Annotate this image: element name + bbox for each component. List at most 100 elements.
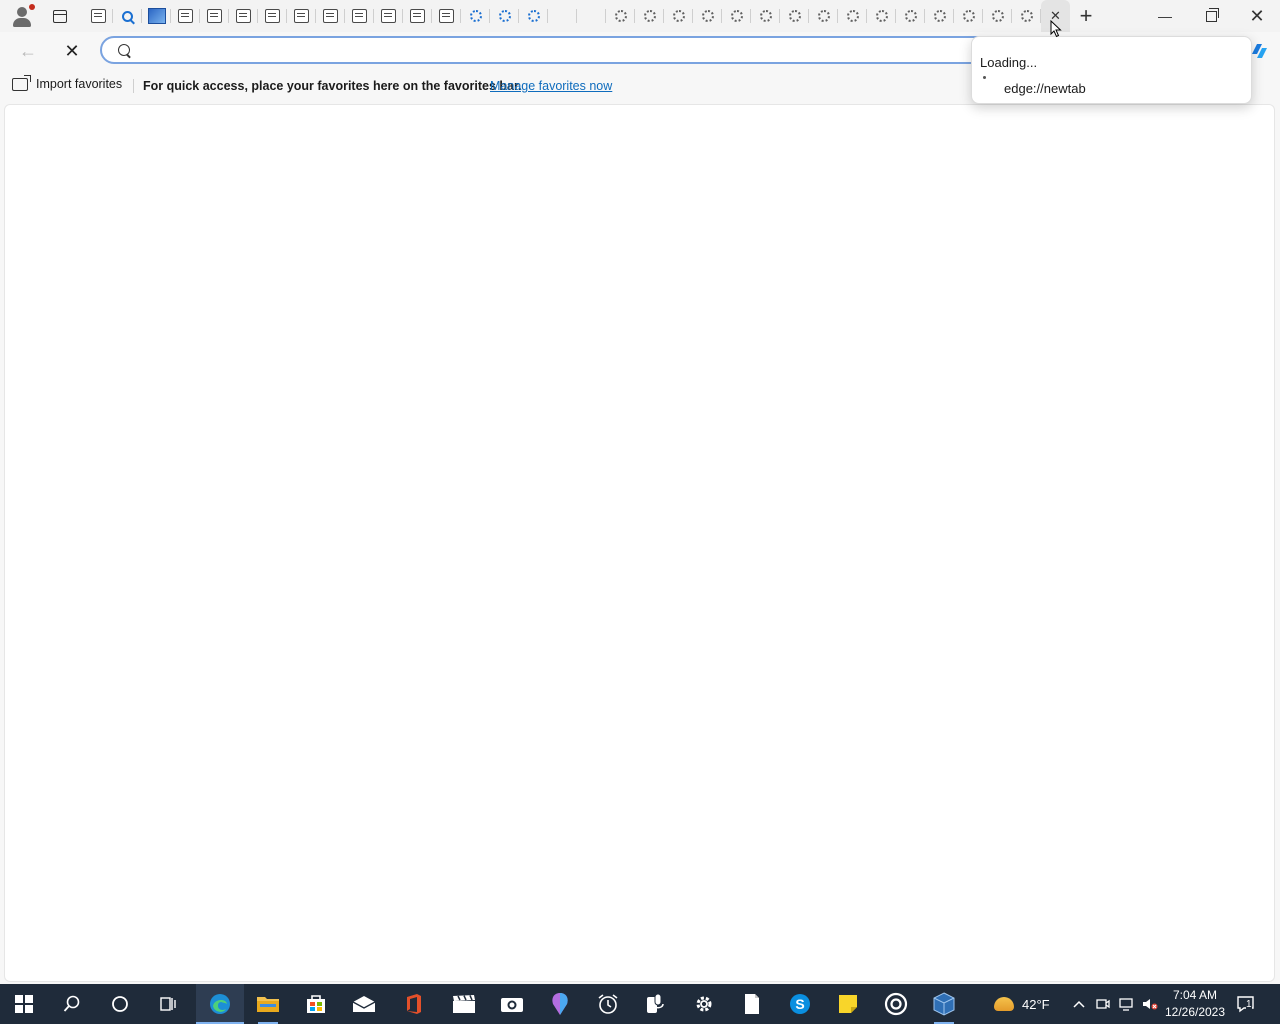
back-button[interactable]: ←	[14, 37, 42, 65]
browser-tab[interactable]	[751, 0, 780, 32]
browser-tab[interactable]	[606, 0, 635, 32]
groove-music-button[interactable]	[872, 984, 920, 1024]
profile-avatar-body	[13, 18, 31, 27]
cortana-icon	[112, 996, 128, 1012]
office-button[interactable]	[390, 984, 438, 1024]
volume-muted-icon[interactable]	[1142, 996, 1158, 1012]
browser-tab[interactable]	[461, 0, 490, 32]
import-icon	[12, 74, 31, 91]
browser-tab[interactable]	[635, 0, 664, 32]
favorites-divider	[133, 79, 134, 93]
tab-actions-menu-button[interactable]	[46, 0, 74, 32]
browser-tab[interactable]	[142, 0, 171, 32]
loading-spinner-icon	[1020, 10, 1033, 22]
browser-tab[interactable]	[432, 0, 461, 32]
browser-tab[interactable]	[983, 0, 1012, 32]
page-favicon-icon	[352, 9, 367, 23]
browser-tab[interactable]	[316, 0, 345, 32]
browser-tab[interactable]	[1012, 0, 1041, 32]
browser-tab[interactable]	[693, 0, 722, 32]
browser-tab[interactable]	[490, 0, 519, 32]
store-icon	[307, 995, 325, 1013]
browser-tab[interactable]	[113, 0, 142, 32]
loading-spinner-icon	[469, 10, 482, 22]
sticky-note-icon	[839, 995, 857, 1013]
browser-tab[interactable]	[838, 0, 867, 32]
page-favicon-icon	[439, 9, 454, 23]
hover-card-url: edge://newtab	[1004, 81, 1086, 96]
browser-tab[interactable]	[229, 0, 258, 32]
browser-tab[interactable]	[258, 0, 287, 32]
restore-button[interactable]	[1188, 0, 1234, 32]
browser-tab[interactable]	[519, 0, 548, 32]
restore-icon	[1205, 7, 1219, 22]
profile-avatar-icon	[17, 7, 27, 17]
browser-tab[interactable]	[867, 0, 896, 32]
paint-3d-button[interactable]	[536, 984, 584, 1024]
browser-tab[interactable]	[171, 0, 200, 32]
store-button[interactable]	[292, 984, 340, 1024]
mail-button[interactable]	[340, 984, 388, 1024]
browser-tab[interactable]	[896, 0, 925, 32]
alarm-clock-icon	[598, 994, 618, 1014]
loading-indicator-icon	[983, 76, 986, 79]
edge-taskbar-button[interactable]	[196, 984, 244, 1024]
taskbar: S 42°F 7:04 AM 12/26/2023 1	[0, 984, 1280, 1024]
page-favicon-icon	[91, 9, 106, 23]
settings-button[interactable]	[680, 984, 728, 1024]
meet-now-icon[interactable]	[1095, 996, 1111, 1012]
page-favicon-icon	[381, 9, 396, 23]
start-button[interactable]	[0, 984, 48, 1024]
loading-spinner-icon	[701, 10, 714, 22]
notepad-button[interactable]	[728, 984, 776, 1024]
notification-count-badge: 1	[1246, 999, 1252, 1010]
clock-date: 12/26/2023	[1164, 1005, 1226, 1019]
import-favorites-button[interactable]: Import favorites	[12, 74, 122, 91]
minimize-button[interactable]: —	[1142, 0, 1188, 32]
cortana-button[interactable]	[96, 984, 144, 1024]
browser-tab[interactable]	[809, 0, 838, 32]
browser-tab[interactable]	[374, 0, 403, 32]
file-explorer-button[interactable]	[244, 984, 292, 1024]
skype-button[interactable]: S	[776, 984, 824, 1024]
weather-widget[interactable]: 42°F	[994, 984, 1050, 1024]
browser-tab[interactable]	[200, 0, 229, 32]
browser-tab[interactable]	[780, 0, 809, 32]
network-icon[interactable]	[1119, 996, 1135, 1012]
browser-tab[interactable]	[548, 0, 577, 32]
browser-tab[interactable]	[403, 0, 432, 32]
page-favicon-icon	[294, 9, 309, 23]
voice-recorder-button[interactable]	[632, 984, 680, 1024]
action-center-button[interactable]: 1	[1236, 994, 1256, 1014]
movies-tv-button[interactable]	[440, 984, 488, 1024]
new-tab-button[interactable]: +	[1071, 0, 1101, 32]
groove-music-icon	[884, 992, 908, 1016]
page-favicon-icon	[207, 9, 222, 23]
virtualbox-button[interactable]	[920, 984, 968, 1024]
profile-button[interactable]	[8, 0, 36, 32]
address-input[interactable]	[142, 42, 986, 62]
loading-spinner-icon	[788, 10, 801, 22]
tab-hover-card: Loading... edge://newtab	[971, 36, 1252, 104]
browser-tab[interactable]	[954, 0, 983, 32]
mail-icon	[352, 996, 376, 1012]
browser-tab[interactable]	[345, 0, 374, 32]
address-bar[interactable]	[100, 36, 1000, 64]
alarms-clock-button[interactable]	[584, 984, 632, 1024]
window-close-button[interactable]: ✕	[1234, 0, 1280, 32]
loading-spinner-icon	[498, 10, 511, 22]
sticky-notes-button[interactable]	[824, 984, 872, 1024]
browser-tab[interactable]	[84, 0, 113, 32]
show-hidden-icons-chevron-icon[interactable]	[1071, 996, 1087, 1012]
browser-tab[interactable]	[664, 0, 693, 32]
taskbar-clock[interactable]: 7:04 AM 12/26/2023	[1160, 987, 1230, 1021]
browser-tab[interactable]	[287, 0, 316, 32]
stop-loading-button[interactable]: ✕	[58, 37, 86, 65]
browser-tab[interactable]	[722, 0, 751, 32]
taskbar-search-button[interactable]	[48, 984, 96, 1024]
browser-tab[interactable]	[925, 0, 954, 32]
browser-tab[interactable]	[577, 0, 606, 32]
manage-favorites-link[interactable]: Manage favorites now	[490, 79, 612, 93]
camera-button[interactable]	[488, 984, 536, 1024]
task-view-button[interactable]	[144, 984, 192, 1024]
